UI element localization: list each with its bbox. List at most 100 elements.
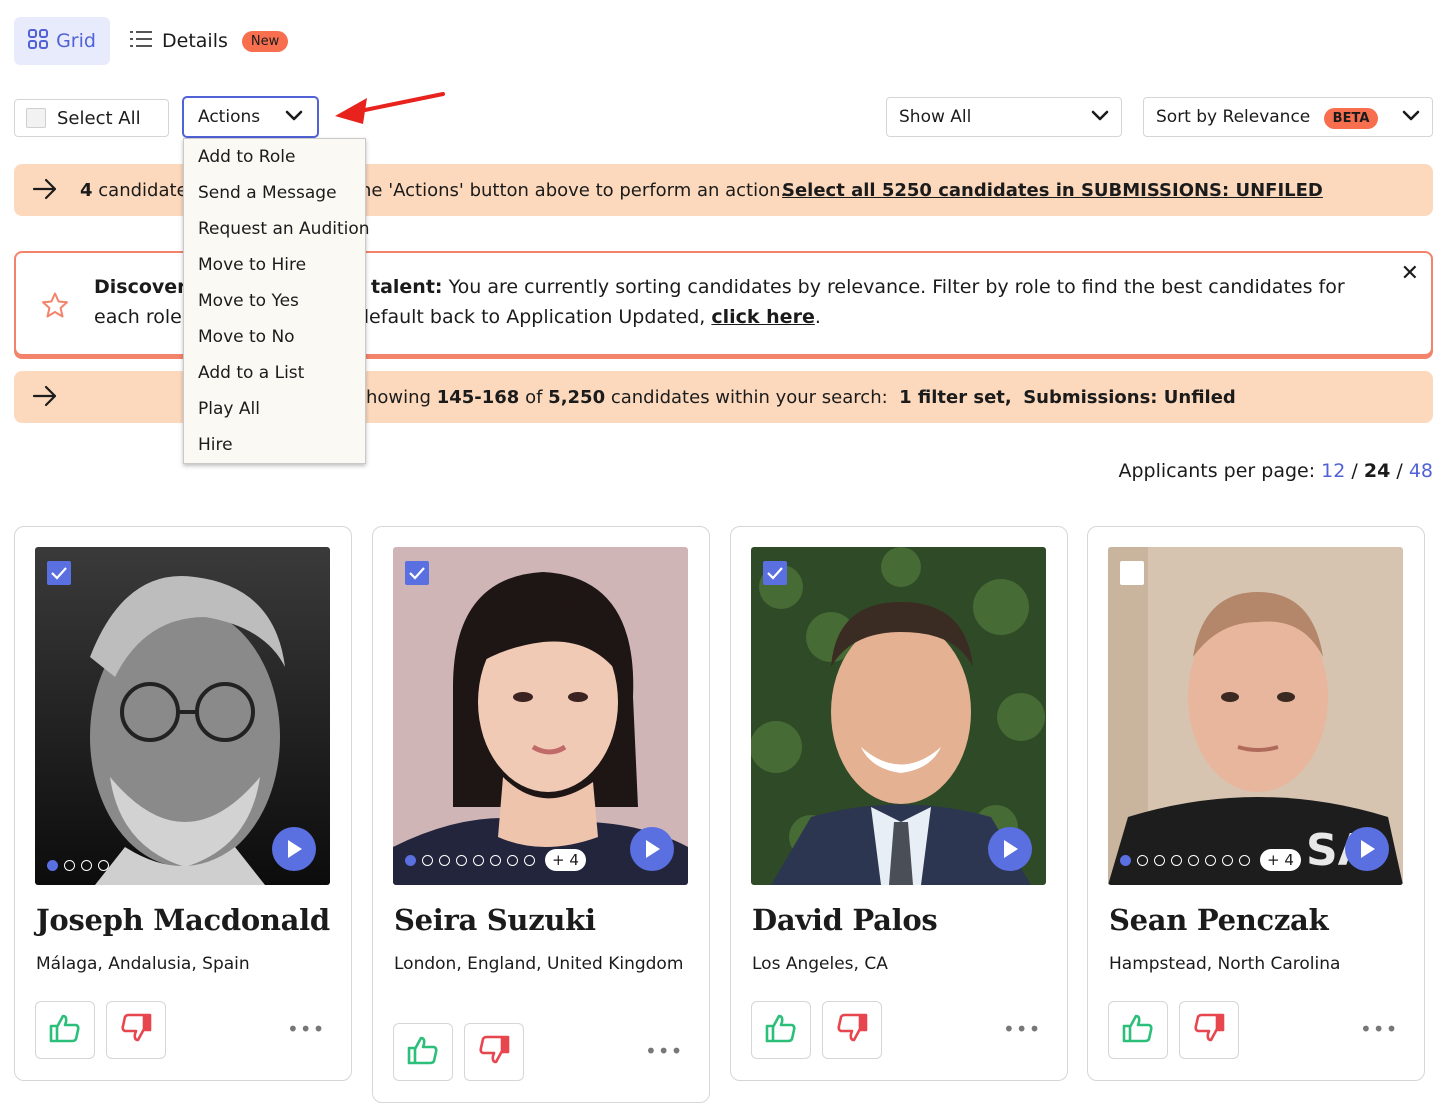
results-prefix: howing [366,386,431,408]
more-options-icon[interactable]: ••• [1003,1017,1041,1041]
more-options-icon[interactable]: ••• [645,1039,683,1063]
menu-item-move-to-yes[interactable]: Move to Yes [184,283,365,319]
chevron-down-icon [285,107,303,127]
candidate-photo[interactable] [751,547,1046,885]
candidate-checkbox[interactable] [1120,561,1144,585]
select-all-checkbox[interactable] [26,108,46,128]
media-dot[interactable] [456,854,467,866]
candidate-location: London, England, United Kingdom [394,954,684,974]
candidate-name[interactable]: Joseph Macdonald [36,903,330,937]
thumbs-up-button[interactable] [1108,1001,1168,1059]
media-dot[interactable] [1239,854,1250,866]
candidate-photo[interactable]: SA + 4 [1108,547,1403,885]
tab-grid[interactable]: Grid [14,17,110,65]
menu-item-hire[interactable]: Hire [184,427,365,463]
candidate-location: Los Angeles, CA [752,954,888,974]
menu-item-send-message[interactable]: Send a Message [184,175,365,211]
extra-media-badge[interactable]: + 4 [545,849,586,871]
media-dot[interactable] [1205,854,1216,866]
menu-item-add-to-list[interactable]: Add to a List [184,355,365,391]
select-all-button[interactable]: Select All [14,99,169,137]
select-all-label: Select All [57,107,141,129]
media-dot[interactable] [524,854,535,866]
candidate-card[interactable]: Joseph Macdonald Málaga, Andalusia, Spai… [14,526,352,1081]
thumbs-up-icon [765,1013,797,1048]
play-icon [285,839,303,859]
candidate-card[interactable]: David Palos Los Angeles, CA ••• [730,526,1068,1081]
media-dot[interactable] [64,860,75,871]
thumbs-up-button[interactable] [35,1001,95,1059]
media-dot[interactable] [507,854,518,866]
sort-label: Sort by Relevance BETA [1156,107,1379,129]
extra-media-badge[interactable]: + 4 [1260,849,1301,871]
actions-dropdown[interactable]: Actions [182,96,319,138]
media-dot[interactable] [490,854,501,866]
results-range: 145-168 [436,386,520,408]
media-dot[interactable] [1188,854,1199,866]
thumbs-down-button[interactable] [106,1001,166,1059]
media-dot[interactable] [439,854,450,866]
thumbs-down-button[interactable] [1179,1001,1239,1059]
menu-item-move-to-no[interactable]: Move to No [184,319,365,355]
results-folder: Submissions: Unfiled [1023,386,1236,408]
candidate-checkbox[interactable] [47,561,71,585]
results-filters: 1 filter set [899,386,1005,408]
more-options-icon[interactable]: ••• [287,1017,325,1041]
more-options-icon[interactable]: ••• [1360,1017,1398,1041]
per-page-48[interactable]: 48 [1409,460,1433,482]
media-dot[interactable] [98,860,109,871]
grid-icon [28,28,49,54]
thumbs-down-button[interactable] [822,1001,882,1059]
media-dot[interactable] [405,854,416,866]
thumbs-down-icon [1193,1013,1225,1048]
candidate-location: Málaga, Andalusia, Spain [36,954,250,974]
media-dot[interactable] [1137,854,1148,866]
select-all-candidates-link[interactable]: Select all 5250 candidates in SUBMISSION… [782,180,1323,201]
menu-item-play-all[interactable]: Play All [184,391,365,427]
media-dots [47,860,109,871]
show-all-dropdown[interactable]: Show All [886,97,1122,137]
media-dot[interactable] [1171,854,1182,866]
play-button[interactable] [630,827,674,871]
media-dot[interactable] [1154,854,1165,866]
results-sep: , [1004,386,1012,408]
new-badge: New [241,30,289,52]
results-total: 5,250 [548,386,606,408]
thumbs-up-icon [49,1013,81,1048]
media-dot[interactable] [1222,854,1233,866]
media-dot[interactable] [47,860,58,871]
candidate-name[interactable]: Sean Penczak [1109,903,1329,937]
thumbs-up-button[interactable] [751,1001,811,1059]
thumbs-down-icon [478,1035,510,1070]
play-button[interactable] [988,827,1032,871]
selection-count: 4 [80,179,93,201]
per-page-12[interactable]: 12 [1321,460,1345,482]
candidate-name[interactable]: David Palos [752,903,938,937]
thumbs-up-button[interactable] [393,1023,453,1081]
play-button[interactable] [272,827,316,871]
discover-line-1: Discover [94,276,187,298]
close-icon[interactable]: ✕ [1401,261,1419,286]
media-dot[interactable] [1120,854,1131,866]
click-here-link[interactable]: click here [711,306,814,328]
media-dot[interactable] [473,854,484,866]
menu-item-move-to-hire[interactable]: Move to Hire [184,247,365,283]
thumbs-down-button[interactable] [464,1023,524,1081]
sort-dropdown[interactable]: Sort by Relevance BETA [1143,97,1433,137]
results-text: howing 145-168 of 5,250 candidates withi… [366,387,1236,408]
tab-details[interactable]: Details New [130,30,289,53]
candidate-card[interactable]: SA + 4 Sean Penczak Hampstead, North Car… [1087,526,1425,1081]
play-button[interactable] [1345,827,1389,871]
candidate-photo[interactable] [35,547,330,885]
candidate-name[interactable]: Seira Suzuki [394,903,596,937]
menu-item-add-to-role[interactable]: Add to Role [184,139,365,175]
candidate-checkbox[interactable] [763,561,787,585]
per-page-24[interactable]: 24 [1364,460,1390,482]
media-dot[interactable] [81,860,92,871]
candidate-checkbox[interactable] [405,561,429,585]
candidate-photo[interactable]: + 4 [393,547,688,885]
menu-item-request-audition[interactable]: Request an Audition [184,211,370,247]
media-dot[interactable] [422,854,433,866]
candidate-card[interactable]: + 4 Seira Suzuki London, England, United… [372,526,710,1103]
chevron-down-icon [1402,107,1420,127]
